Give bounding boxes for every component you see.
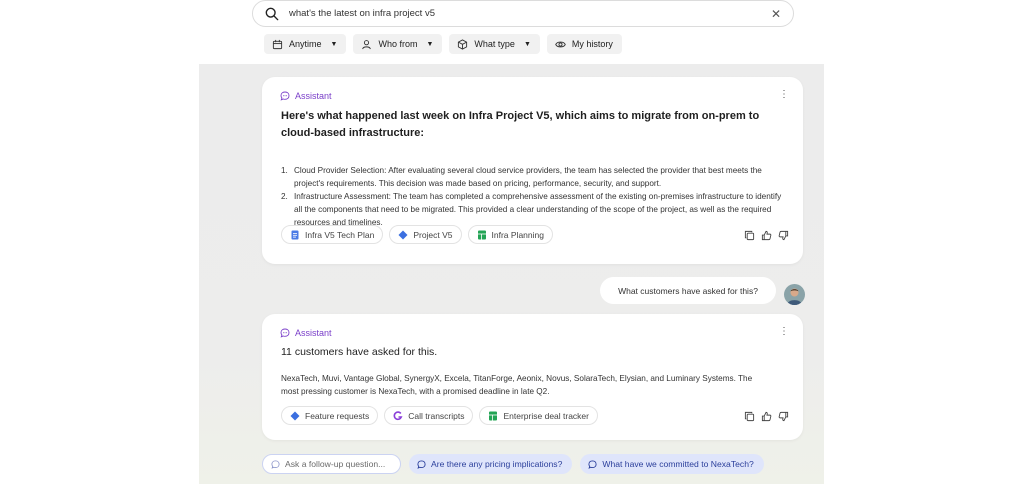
filter-my-history[interactable]: My history: [546, 34, 622, 54]
follow-up-bar: Ask a follow-up question... Are there an…: [262, 454, 764, 474]
more-options-icon[interactable]: ⋮: [779, 326, 789, 337]
copy-icon[interactable]: [744, 230, 755, 241]
list-item: 1. Cloud Provider Selection: After evalua…: [281, 164, 786, 190]
list-item-text: Infrastructure Assessment: The team has …: [294, 192, 782, 227]
assistant-headline: 11 customers have asked for this.: [281, 346, 438, 358]
search-results-page: ✕ Anytime ▼ Who from ▼ What type ▼ My hi…: [0, 0, 1024, 484]
list-item-text: Cloud Provider Selection: After evaluati…: [294, 166, 762, 188]
user-avatar-icon: [784, 284, 805, 305]
suggestion-label: Are there any pricing implications?: [431, 459, 563, 469]
message-actions: [744, 230, 789, 241]
follow-up-input[interactable]: Ask a follow-up question...: [262, 454, 401, 474]
filter-bar: Anytime ▼ Who from ▼ What type ▼ My hist…: [264, 34, 622, 54]
filter-who-from[interactable]: Who from ▼: [353, 34, 443, 54]
thumbs-down-icon[interactable]: [778, 230, 789, 241]
assistant-header: Assistant: [280, 91, 332, 101]
list-item: 2. Infrastructure Assessment: The team ha…: [281, 190, 786, 229]
source-chip-enterprise-deal-tracker[interactable]: Enterprise deal tracker: [479, 406, 598, 425]
more-options-icon[interactable]: ⋮: [779, 89, 789, 100]
follow-up-placeholder: Ask a follow-up question...: [285, 459, 386, 469]
thumbs-up-icon[interactable]: [761, 230, 772, 241]
suggestion-label: What have we committed to NexaTech?: [602, 459, 754, 469]
calendar-icon: [272, 39, 283, 49]
source-chip-label: Infra Planning: [491, 229, 544, 240]
suggestion-nexatech-commitments[interactable]: What have we committed to NexaTech?: [580, 454, 764, 474]
chevron-down-icon: ▼: [330, 40, 338, 48]
list-item-number: 2.: [281, 192, 288, 201]
chevron-down-icon: ▼: [426, 40, 434, 48]
person-icon: [362, 39, 372, 49]
list-item-number: 1.: [281, 166, 288, 175]
source-chip-infra-v5-tech-plan[interactable]: Infra V5 Tech Plan: [281, 225, 384, 244]
copy-icon[interactable]: [744, 411, 755, 422]
source-chip-label: Enterprise deal tracker: [503, 410, 589, 421]
search-bar[interactable]: ✕: [252, 0, 794, 27]
filter-my-history-label: My history: [571, 39, 613, 49]
cube-icon: [458, 38, 468, 50]
user-message-text: What customers have asked for this?: [618, 285, 758, 296]
assistant-label: Assistant: [295, 328, 332, 338]
doc-icon: [291, 230, 299, 239]
filter-what-type-label: What type: [474, 39, 515, 49]
message-actions: [744, 411, 789, 422]
avatar: [784, 284, 805, 305]
chat-bubble-icon: [271, 459, 280, 469]
source-chip-label: Feature requests: [305, 410, 370, 421]
source-chip-label: Call transcripts: [408, 410, 465, 421]
assistant-header: Assistant: [280, 328, 332, 338]
assistant-headline: Here's what happened last week on Infra …: [281, 110, 760, 139]
source-chip-call-transcripts[interactable]: Call transcripts: [384, 406, 474, 425]
chevron-down-icon: ▼: [523, 40, 531, 48]
filter-what-type[interactable]: What type ▼: [449, 34, 540, 54]
source-chips: Infra V5 Tech Plan Project V5 Infra Plan…: [281, 225, 553, 244]
filter-anytime[interactable]: Anytime ▼: [264, 34, 347, 54]
gong-icon: [393, 410, 403, 420]
assistant-body: NexaTech, Muvi, Vantage Global, SynergyX…: [281, 374, 753, 396]
source-chips: Feature requests Call transcripts Enterp…: [281, 406, 598, 425]
assistant-message-card: Assistant ⋮ Here's what happened last we…: [262, 77, 803, 264]
suggestion-pricing-implications[interactable]: Are there any pricing implications?: [409, 454, 573, 474]
source-chip-label: Infra V5 Tech Plan: [305, 229, 375, 240]
thumbs-up-icon[interactable]: [761, 411, 772, 422]
assistant-message-card: Assistant ⋮ 11 customers have asked for …: [262, 314, 803, 440]
thumbs-down-icon[interactable]: [778, 411, 789, 422]
chat-bubble-icon: [280, 328, 290, 338]
search-icon: [265, 7, 279, 20]
source-chip-feature-requests[interactable]: Feature requests: [281, 406, 379, 425]
chat-area: Assistant ⋮ Here's what happened last we…: [199, 64, 824, 484]
filter-who-from-label: Who from: [378, 39, 418, 49]
assistant-label: Assistant: [295, 91, 332, 101]
diamond-icon: [290, 411, 300, 420]
source-chip-infra-planning[interactable]: Infra Planning: [467, 225, 553, 244]
eye-icon: [555, 41, 566, 47]
diamond-icon: [398, 230, 408, 239]
filter-anytime-label: Anytime: [289, 39, 322, 49]
source-chip-label: Project V5: [413, 229, 453, 240]
chat-bubble-icon: [588, 459, 597, 469]
sheet-icon: [477, 230, 486, 239]
user-message-bubble: What customers have asked for this?: [600, 277, 776, 304]
chat-bubble-icon: [280, 91, 290, 101]
source-chip-project-v5[interactable]: Project V5: [389, 225, 462, 244]
sheet-icon: [489, 411, 498, 420]
search-input[interactable]: [289, 8, 771, 19]
close-icon[interactable]: ✕: [771, 7, 781, 21]
update-list: 1. Cloud Provider Selection: After evalua…: [281, 164, 786, 229]
chat-bubble-icon: [417, 459, 426, 469]
